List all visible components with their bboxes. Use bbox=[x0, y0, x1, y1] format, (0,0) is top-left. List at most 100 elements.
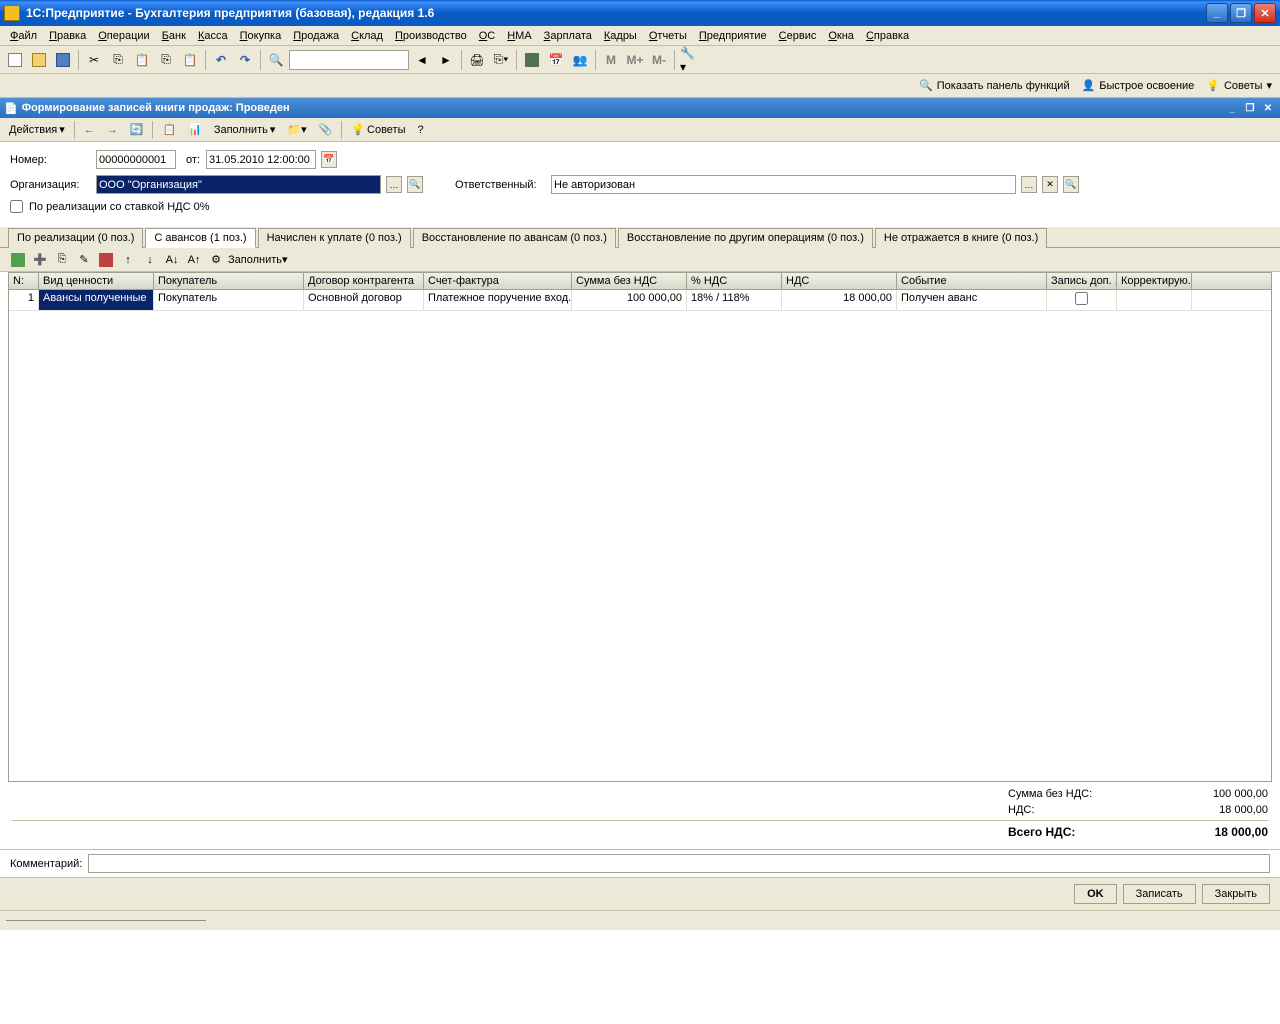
cut-button[interactable]: ✂ bbox=[83, 49, 105, 71]
menu-item-3[interactable]: Банк bbox=[156, 28, 192, 44]
column-header-1[interactable]: Вид ценности bbox=[39, 273, 154, 289]
menu-item-5[interactable]: Покупка bbox=[234, 28, 288, 44]
cell-0-8[interactable]: Получен аванс bbox=[897, 290, 1047, 310]
nav-back-button[interactable]: ← bbox=[79, 120, 100, 140]
resp-select-button[interactable]: … bbox=[1021, 176, 1037, 193]
paste-button[interactable]: 📋 bbox=[131, 49, 153, 71]
cell-0-6[interactable]: 18% / 118% bbox=[687, 290, 782, 310]
column-header-7[interactable]: НДС bbox=[782, 273, 897, 289]
calendar-button[interactable]: 📅 bbox=[545, 49, 567, 71]
actions-button[interactable]: Действия▾ bbox=[4, 120, 70, 140]
write-button[interactable]: Записать bbox=[1123, 884, 1196, 904]
org-search-button[interactable]: 🔍 bbox=[407, 176, 423, 193]
comment-input[interactable] bbox=[88, 854, 1270, 873]
grid-add-button[interactable] bbox=[8, 250, 28, 270]
cell-0-7[interactable]: 18 000,00 bbox=[782, 290, 897, 310]
menu-item-0[interactable]: Файл bbox=[4, 28, 43, 44]
quick-start-button[interactable]: 👤 Быстрое освоение bbox=[1078, 77, 1199, 94]
grid-sort-desc-button[interactable]: A↑ bbox=[184, 250, 204, 270]
grid-copy-button[interactable]: ⎘ bbox=[52, 250, 72, 270]
resp-search-button[interactable]: 🔍 bbox=[1063, 176, 1079, 193]
grid-fill-button[interactable]: Заполнить▾ bbox=[228, 253, 288, 266]
cell-0-0[interactable]: 1 bbox=[9, 290, 39, 310]
grid-up-button[interactable]: ↑ bbox=[118, 250, 138, 270]
struct-button[interactable]: 📁▾ bbox=[282, 120, 311, 140]
cell-0-1[interactable]: Авансы полученные bbox=[39, 290, 154, 310]
open-button[interactable] bbox=[28, 49, 50, 71]
grid-insert-button[interactable]: ➕ bbox=[30, 250, 50, 270]
menu-item-8[interactable]: Производство bbox=[389, 28, 473, 44]
column-header-0[interactable]: N: bbox=[9, 273, 39, 289]
cell-0-2[interactable]: Покупатель bbox=[154, 290, 304, 310]
grid-down-button[interactable]: ↓ bbox=[140, 250, 160, 270]
cell-0-9[interactable] bbox=[1047, 290, 1117, 310]
menu-item-12[interactable]: Кадры bbox=[598, 28, 643, 44]
maximize-button[interactable]: ❐ bbox=[1230, 3, 1252, 23]
menu-item-17[interactable]: Справка bbox=[860, 28, 915, 44]
org-input[interactable]: ООО "Организация" bbox=[96, 175, 381, 194]
vat0-checkbox[interactable] bbox=[10, 200, 23, 213]
cell-0-5[interactable]: 100 000,00 bbox=[572, 290, 687, 310]
cell-0-10[interactable] bbox=[1117, 290, 1192, 310]
m-minus-button[interactable]: M- bbox=[648, 49, 670, 71]
help-button[interactable]: 👥 bbox=[569, 49, 591, 71]
m-plus-button[interactable]: M+ bbox=[624, 49, 646, 71]
tab-0[interactable]: По реализации (0 поз.) bbox=[8, 228, 143, 248]
grid-sort-asc-button[interactable]: A↓ bbox=[162, 250, 182, 270]
print-button[interactable]: 🖨 bbox=[466, 49, 488, 71]
refresh-button[interactable]: 🔄 bbox=[125, 120, 149, 140]
dop-checkbox[interactable] bbox=[1075, 292, 1088, 305]
doc-help-button[interactable]: ? bbox=[413, 120, 429, 140]
new-button[interactable] bbox=[4, 49, 26, 71]
menu-item-2[interactable]: Операции bbox=[92, 28, 155, 44]
column-header-5[interactable]: Сумма без НДС bbox=[572, 273, 687, 289]
find-next-button[interactable]: ► bbox=[435, 49, 457, 71]
tab-1[interactable]: С авансов (1 поз.) bbox=[145, 228, 255, 248]
nav-forward-button[interactable]: → bbox=[102, 120, 123, 140]
menu-item-1[interactable]: Правка bbox=[43, 28, 92, 44]
number-input[interactable]: 00000000001 bbox=[96, 150, 176, 169]
tips-button[interactable]: 💡 Советы ▾ bbox=[1202, 77, 1276, 94]
column-header-3[interactable]: Договор контрагента bbox=[304, 273, 424, 289]
org-select-button[interactable]: … bbox=[386, 176, 402, 193]
grid-edit-button[interactable]: ✎ bbox=[74, 250, 94, 270]
show-panel-button[interactable]: 🔍 Показать панель функций bbox=[915, 77, 1074, 94]
menu-item-10[interactable]: НМА bbox=[501, 28, 537, 44]
grid-settings-button[interactable]: ⚙ bbox=[206, 250, 226, 270]
date-picker-button[interactable]: 📅 bbox=[321, 151, 337, 168]
redo-button[interactable]: ↷ bbox=[234, 49, 256, 71]
close-button[interactable]: ✕ bbox=[1254, 3, 1276, 23]
table-row[interactable]: 1Авансы полученныеПокупательОсновной дог… bbox=[9, 290, 1271, 311]
undo-button[interactable]: ↶ bbox=[210, 49, 232, 71]
find-button[interactable]: 🔍 bbox=[265, 49, 287, 71]
menu-item-4[interactable]: Касса bbox=[192, 28, 234, 44]
paste2-button[interactable]: 📋 bbox=[179, 49, 201, 71]
tools-button[interactable]: 🔧▾ bbox=[679, 49, 701, 71]
find-prev-button[interactable]: ◄ bbox=[411, 49, 433, 71]
search-input[interactable] bbox=[289, 50, 409, 70]
cell-0-4[interactable]: Платежное поручение вход... bbox=[424, 290, 572, 310]
menu-item-7[interactable]: Склад bbox=[345, 28, 389, 44]
minimize-button[interactable]: _ bbox=[1206, 3, 1228, 23]
tab-4[interactable]: Восстановление по другим операциям (0 по… bbox=[618, 228, 873, 248]
column-header-6[interactable]: % НДС bbox=[687, 273, 782, 289]
save-button[interactable] bbox=[52, 49, 74, 71]
report-button[interactable]: 📊 bbox=[183, 120, 207, 140]
copy-doc-button[interactable]: ⎘▾ bbox=[490, 49, 512, 71]
attach-button[interactable]: 📎 bbox=[314, 120, 338, 140]
doc-tips-button[interactable]: 💡Советы bbox=[346, 120, 410, 140]
copy2-button[interactable]: ⎘ bbox=[155, 49, 177, 71]
tab-2[interactable]: Начислен к уплате (0 поз.) bbox=[258, 228, 411, 248]
doc-minimize-button[interactable]: _ bbox=[1224, 101, 1240, 115]
menu-item-14[interactable]: Предприятие bbox=[693, 28, 773, 44]
column-header-4[interactable]: Счет-фактура bbox=[424, 273, 572, 289]
menu-item-15[interactable]: Сервис bbox=[773, 28, 823, 44]
copy-button[interactable]: ⎘ bbox=[107, 49, 129, 71]
calc-button[interactable] bbox=[521, 49, 543, 71]
fill-button[interactable]: Заполнить▾ bbox=[209, 120, 281, 140]
menu-item-6[interactable]: Продажа bbox=[287, 28, 345, 44]
m-button[interactable]: M bbox=[600, 49, 622, 71]
menu-item-16[interactable]: Окна bbox=[822, 28, 860, 44]
column-header-10[interactable]: Корректирую... bbox=[1117, 273, 1192, 289]
tab-5[interactable]: Не отражается в книге (0 поз.) bbox=[875, 228, 1047, 248]
